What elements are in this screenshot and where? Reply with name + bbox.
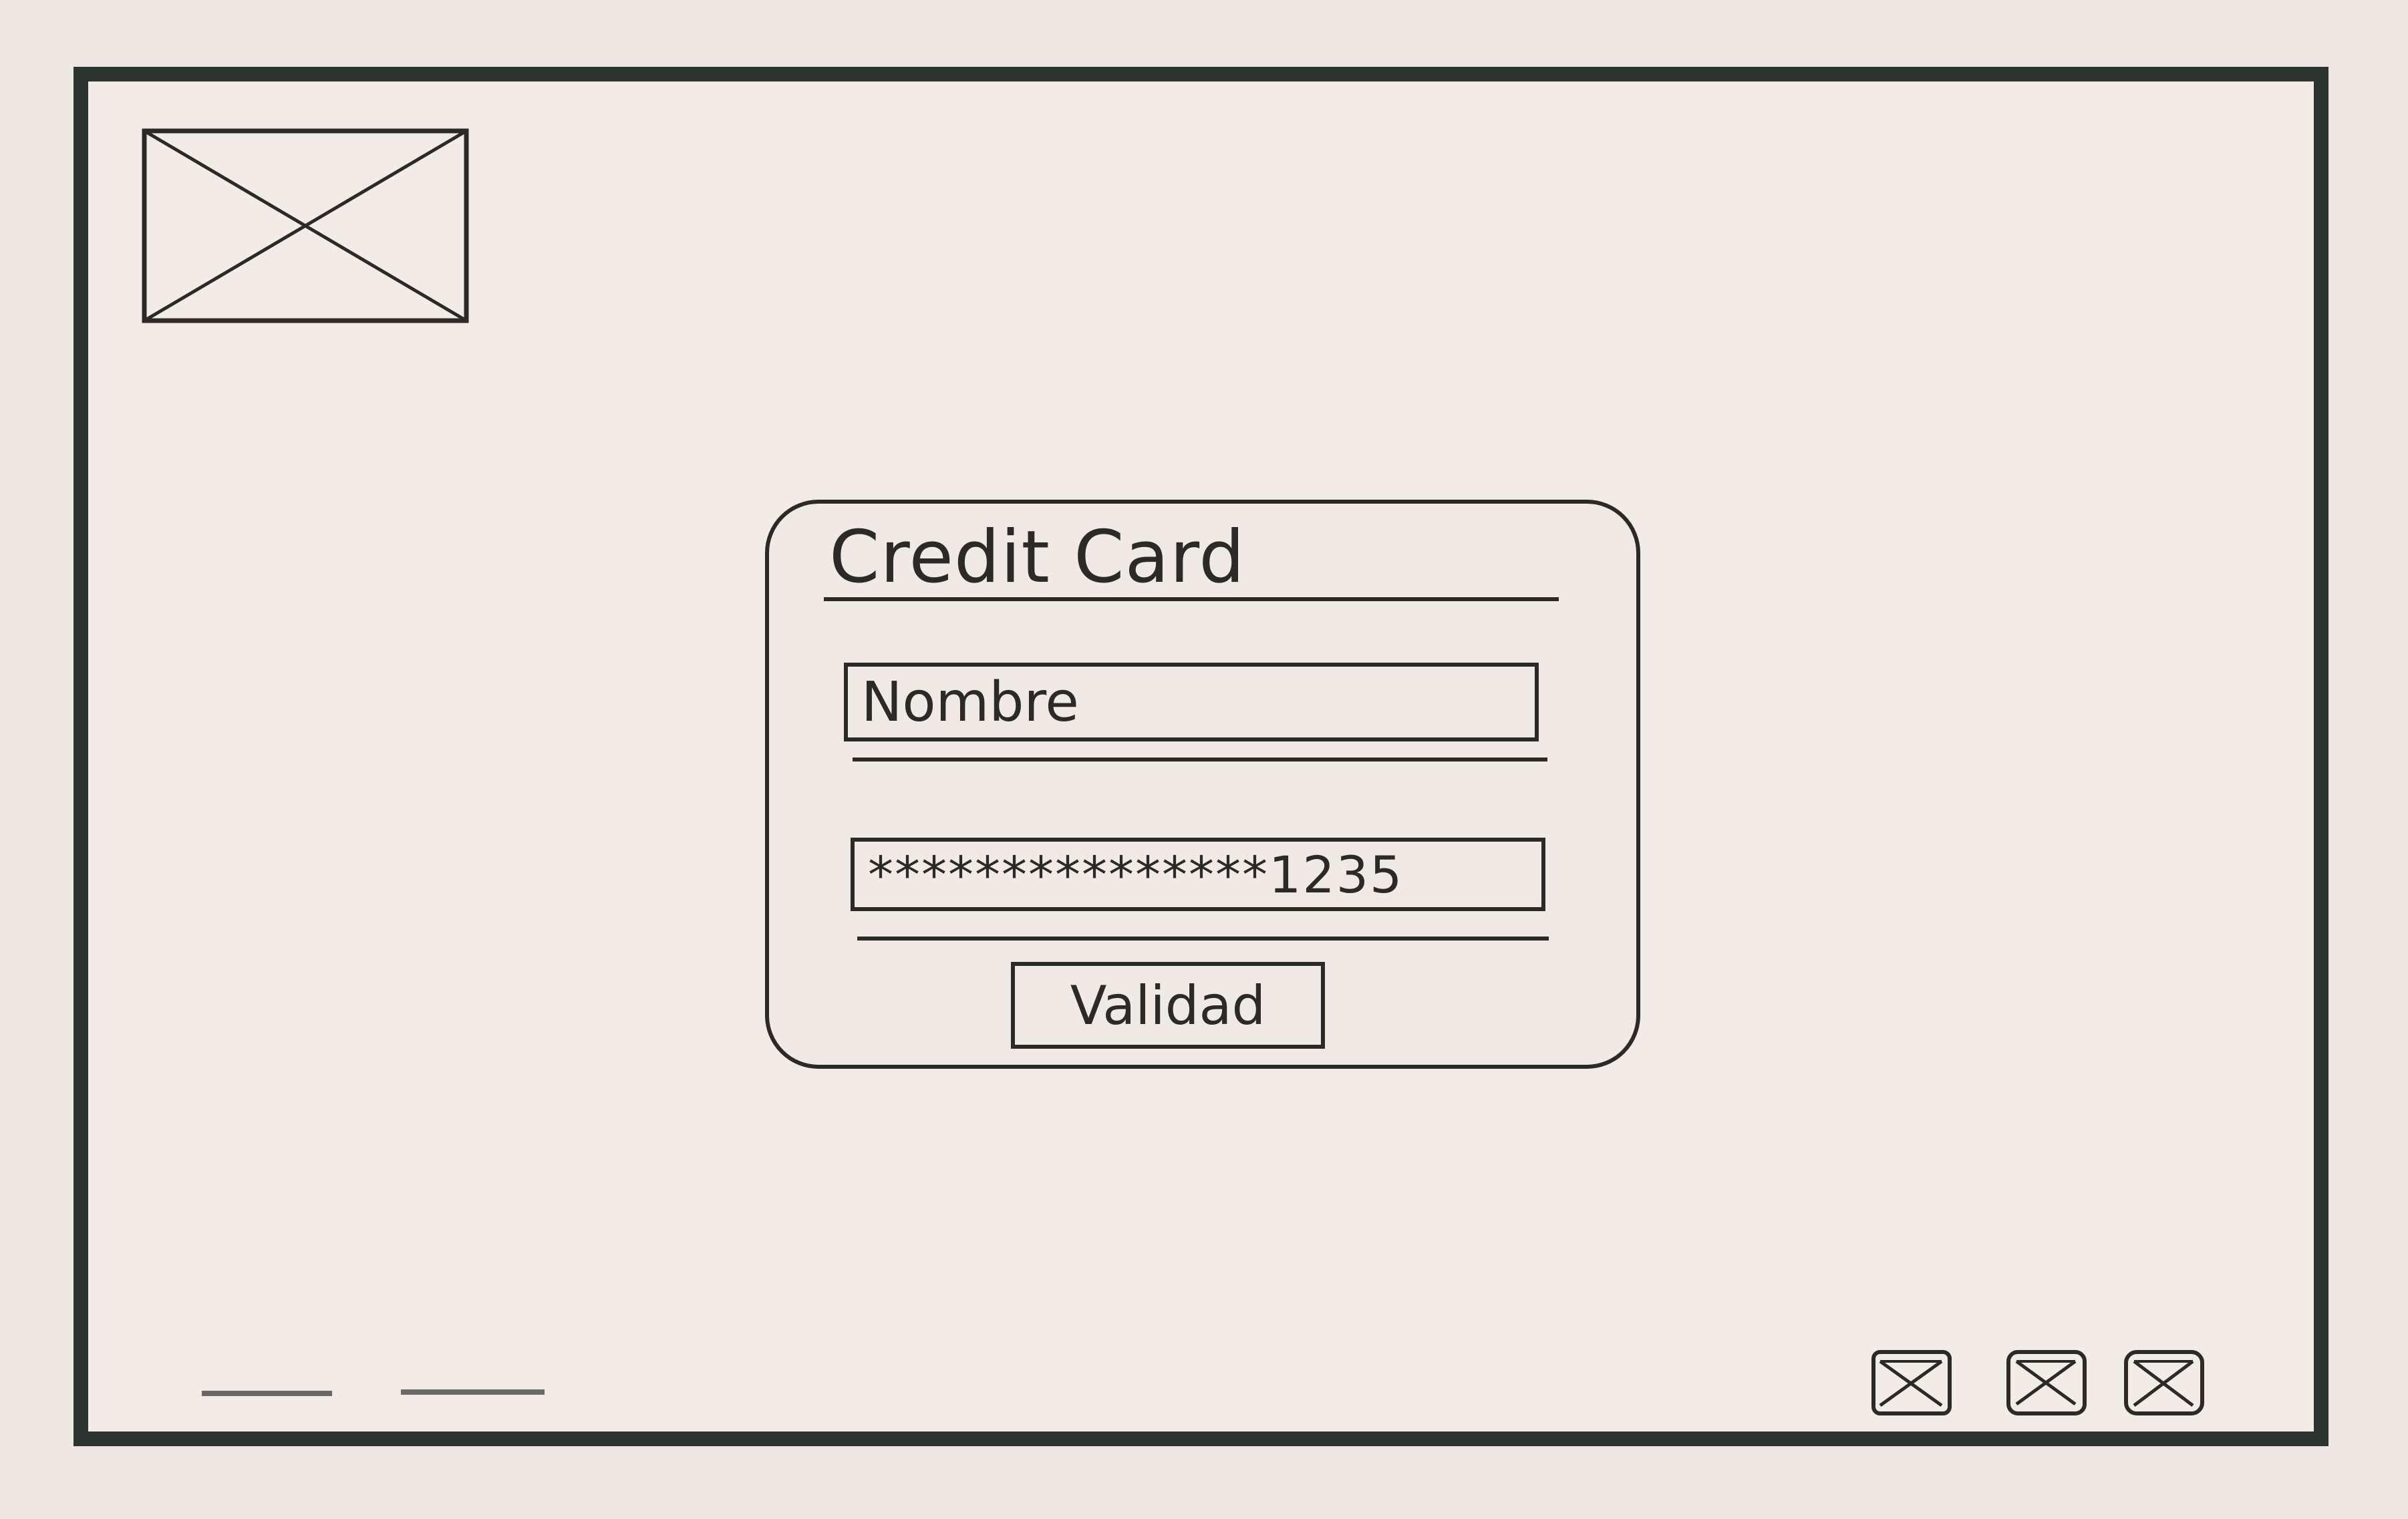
footer-image-button-3[interactable] — [2123, 1349, 2205, 1416]
validate-button[interactable]: Validad — [1011, 962, 1325, 1049]
image-placeholder-icon — [142, 128, 469, 323]
credit-card-dialog: Credit Card Nombre ***************1235 V… — [765, 500, 1640, 1069]
footer-link-1[interactable] — [202, 1391, 332, 1396]
footer-image-button-2[interactable] — [2006, 1349, 2087, 1416]
title-divider — [824, 597, 1559, 601]
footer-link-2[interactable] — [401, 1389, 545, 1395]
dialog-title: Credit Card — [829, 516, 1245, 599]
card-field-underline — [857, 937, 1549, 941]
footer-image-button-1[interactable] — [1871, 1349, 1952, 1416]
card-number-field[interactable]: ***************1235 — [851, 838, 1545, 911]
name-field[interactable]: Nombre — [844, 663, 1539, 741]
name-field-underline — [853, 757, 1547, 762]
